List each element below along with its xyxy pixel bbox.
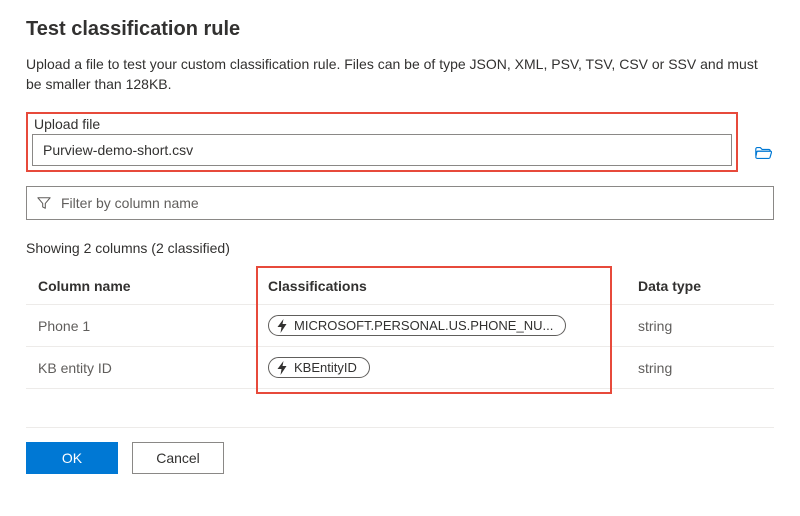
results-table-area: Column name Classifications Data type Ph… xyxy=(26,268,774,389)
page-description: Upload a file to test your custom classi… xyxy=(26,55,774,94)
upload-field-highlight: Upload file xyxy=(26,112,738,172)
ok-button[interactable]: OK xyxy=(26,442,118,474)
footer-buttons: OK Cancel xyxy=(26,442,774,474)
upload-file-input[interactable] xyxy=(32,134,732,166)
cell-datatype: string xyxy=(612,305,774,347)
classification-tag[interactable]: MICROSOFT.PERSONAL.US.PHONE_NU... xyxy=(268,315,566,336)
cell-classification: KBEntityID xyxy=(256,347,612,389)
upload-group: Upload file xyxy=(26,112,774,172)
classification-tag-label: KBEntityID xyxy=(294,360,357,375)
footer-separator xyxy=(26,427,774,428)
upload-file-label: Upload file xyxy=(34,116,732,132)
browse-folder-button[interactable] xyxy=(752,142,774,164)
table-row: Phone 1 MICROSOFT.PERSONAL.US.PHONE_NU..… xyxy=(26,305,774,347)
result-summary: Showing 2 columns (2 classified) xyxy=(26,240,774,256)
cell-column-name: Phone 1 xyxy=(26,305,256,347)
lightning-bolt-icon xyxy=(277,319,288,333)
classification-tag-label: MICROSOFT.PERSONAL.US.PHONE_NU... xyxy=(294,318,553,333)
filter-field[interactable] xyxy=(26,186,774,220)
col-header-name[interactable]: Column name xyxy=(26,268,256,305)
classification-tag[interactable]: KBEntityID xyxy=(268,357,370,378)
cancel-button[interactable]: Cancel xyxy=(132,442,224,474)
results-table: Column name Classifications Data type Ph… xyxy=(26,268,774,389)
col-header-classifications[interactable]: Classifications xyxy=(256,268,612,305)
cell-classification: MICROSOFT.PERSONAL.US.PHONE_NU... xyxy=(256,305,612,347)
cell-datatype: string xyxy=(612,347,774,389)
folder-open-icon xyxy=(754,145,772,161)
filter-icon xyxy=(37,196,51,210)
filter-input[interactable] xyxy=(61,195,763,211)
page-title: Test classification rule xyxy=(26,18,774,41)
cell-column-name: KB entity ID xyxy=(26,347,256,389)
table-row: KB entity ID KBEntityID string xyxy=(26,347,774,389)
lightning-bolt-icon xyxy=(277,361,288,375)
col-header-datatype[interactable]: Data type xyxy=(612,268,774,305)
